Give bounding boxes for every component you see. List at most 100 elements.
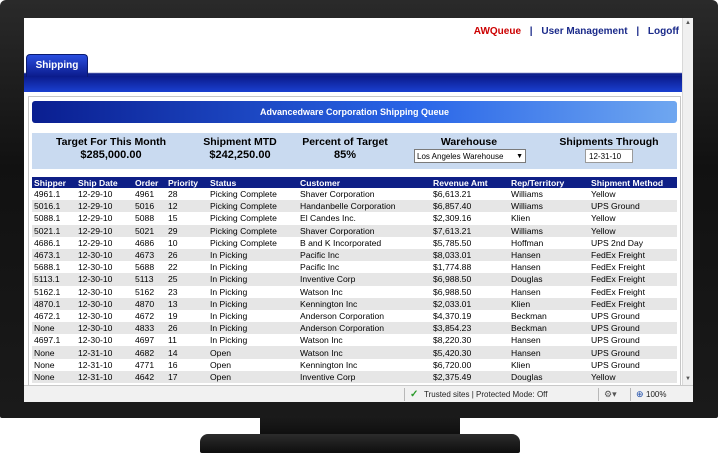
table-row[interactable]: 5088.1 12-29-10 5088 15 Picking Complete El C… — [32, 212, 677, 224]
table-cell: 4833 — [133, 322, 166, 335]
column-header[interactable]: Priority — [166, 177, 208, 188]
table-cell: UPS 2nd Day — [591, 237, 644, 248]
table-cell: Picking Complete — [208, 200, 298, 213]
table-cell: FedEx Freight — [589, 297, 677, 310]
top-navigation: AWQueue | User Management | Logoff — [474, 26, 679, 37]
table-cell: $2,309.16 — [433, 213, 472, 224]
table-cell: Open — [208, 346, 298, 359]
warehouse-label: Warehouse — [440, 136, 498, 148]
status-divider — [404, 388, 405, 401]
table-cell: 26 — [166, 322, 208, 335]
table-cell: 17 — [166, 370, 208, 383]
table-cell: UPS Ground — [589, 200, 677, 213]
table-cell: UPS Ground — [591, 335, 640, 346]
table-cell: Beckman — [511, 310, 547, 321]
warehouse-block: Warehouse — [424, 136, 514, 148]
scroll-down-icon[interactable]: ▼ — [684, 375, 692, 384]
table-cell: $6,720.00 — [433, 359, 472, 370]
column-header[interactable]: Shipper — [32, 177, 76, 188]
table-cell: Kennington Inc — [298, 297, 431, 310]
table-cell: 12-31-10 — [78, 359, 113, 370]
table-cell: Hansen — [511, 335, 541, 346]
monitor-frame: AWQueue | User Management | Logoff Shipp… — [0, 0, 718, 453]
warehouse-selected-value: Los Angeles Warehouse — [417, 152, 504, 161]
table-cell: 12-30-10 — [78, 262, 113, 273]
status-divider — [630, 388, 631, 401]
table-row[interactable]: None 12-31-10 4642 17 Open Inventive Corp $2,3… — [32, 370, 677, 383]
table-cell: 12-30-10 — [76, 248, 133, 262]
table-row[interactable]: None 12-30-10 4833 26 In Picking Anderson Cor… — [32, 322, 677, 335]
target-block: Target For This Month $285,000.00 — [46, 136, 176, 161]
table-cell: Yellow — [589, 370, 677, 383]
zoom-icon[interactable]: ⊕ — [636, 389, 644, 400]
table-cell: In Picking — [208, 248, 298, 262]
table-cell: Williams — [509, 224, 589, 237]
table-cell: In Picking — [210, 310, 248, 321]
table-row[interactable]: 4686.1 12-29-10 4686 10 Picking Complete B an… — [32, 237, 677, 249]
column-header[interactable]: Customer — [298, 177, 431, 188]
table-cell: Hansen — [509, 346, 589, 359]
mtd-label: Shipment MTD — [203, 136, 277, 148]
table-cell: $3,854.23 — [431, 322, 509, 335]
column-header[interactable]: Rep/Territory — [509, 177, 589, 188]
column-header[interactable]: Revenue Amt — [431, 177, 509, 188]
column-header[interactable]: Ship Date — [76, 177, 133, 188]
table-cell: 4771 — [135, 359, 155, 370]
table-row[interactable]: 4961.1 12-29-10 4961 28 Picking Complete Shav… — [32, 188, 677, 200]
table-row[interactable]: 4672.1 12-30-10 4672 19 In Picking Anderson C… — [32, 310, 677, 322]
table-cell: 4870.1 — [32, 297, 76, 310]
table-cell: $8,033.01 — [431, 248, 509, 262]
table-cell: 5016 — [133, 200, 166, 213]
table-row[interactable]: 4697.1 12-30-10 4697 11 In Picking Watson Inc… — [32, 334, 677, 346]
table-row[interactable]: 4673.1 12-30-10 4673 26 In Picking Pacific In… — [32, 248, 677, 262]
table-cell: $6,988.50 — [433, 286, 472, 297]
table-row[interactable]: 5113.1 12-30-10 5113 25 In Picking Inventive … — [32, 273, 677, 286]
scroll-up-icon[interactable]: ▲ — [684, 19, 692, 28]
table-cell: Klien — [511, 213, 531, 224]
table-cell: 5088.1 — [34, 213, 61, 224]
table-cell: None — [32, 322, 76, 335]
zoom-level[interactable]: 100% — [646, 390, 666, 399]
table-cell: FedEx Freight — [589, 248, 677, 262]
table-cell: $2,033.01 — [431, 297, 509, 310]
warehouse-select[interactable]: Los Angeles Warehouse ▼ — [414, 149, 526, 163]
table-cell: $5,420.30 — [431, 346, 509, 359]
table-cell: $8,220.30 — [433, 335, 472, 346]
column-header[interactable]: Shipment Method — [589, 177, 677, 188]
table-row[interactable]: 4870.1 12-30-10 4870 13 In Picking Kennington… — [32, 297, 677, 310]
table-cell: Shaver Corporation — [298, 224, 431, 237]
table-cell: 12-29-10 — [78, 213, 113, 224]
table-row[interactable]: 5688.1 12-30-10 5688 22 In Picking Pacific In… — [32, 261, 677, 273]
table-cell: 5088 — [135, 213, 155, 224]
table-cell: Watson Inc — [300, 286, 343, 297]
table-cell: 12-30-10 — [76, 297, 133, 310]
table-row[interactable]: None 12-31-10 4682 14 Open Watson Inc $5,420.3… — [32, 346, 677, 359]
table-cell: 5021 — [133, 224, 166, 237]
user-management-link[interactable]: User Management — [541, 26, 627, 37]
table-cell: In Picking — [208, 273, 298, 286]
table-cell: 29 — [166, 224, 208, 237]
table-row[interactable]: 5016.1 12-29-10 5016 12 Picking Complete Hand… — [32, 200, 677, 213]
table-row[interactable]: 5162.1 12-30-10 5162 23 In Picking Watson Inc… — [32, 286, 677, 298]
table-cell: $1,774.88 — [433, 262, 472, 273]
table-row[interactable]: 5021.1 12-29-10 5021 29 Picking Complete Shav… — [32, 224, 677, 237]
vertical-scrollbar[interactable]: ▲ ▼ — [682, 18, 693, 385]
table-cell: 5688 — [135, 262, 155, 273]
security-icon[interactable]: ⚙▾ — [604, 389, 617, 400]
table-row[interactable]: None 12-31-10 4771 16 Open Kennington Inc $6,7… — [32, 359, 677, 371]
table-cell: Open — [208, 370, 298, 383]
table-cell: 15 — [168, 213, 178, 224]
logoff-link[interactable]: Logoff — [648, 26, 679, 37]
app-brand-link[interactable]: AWQueue — [474, 26, 521, 37]
tab-shipping[interactable]: Shipping — [26, 54, 88, 77]
security-zone-text[interactable]: Trusted sites | Protected Mode: Off — [424, 390, 547, 399]
table-cell: In Picking — [208, 297, 298, 310]
tab-bar-band — [24, 76, 683, 92]
column-header[interactable]: Order — [133, 177, 166, 188]
table-cell: UPS Ground — [589, 322, 677, 335]
table-cell: 12 — [166, 200, 208, 213]
table-cell: 14 — [166, 346, 208, 359]
column-header[interactable]: Status — [208, 177, 298, 188]
shipments-through-input[interactable]: 12-31-10 — [585, 149, 633, 163]
main-content: Advancedware Corporation Shipping Queue … — [28, 96, 681, 387]
